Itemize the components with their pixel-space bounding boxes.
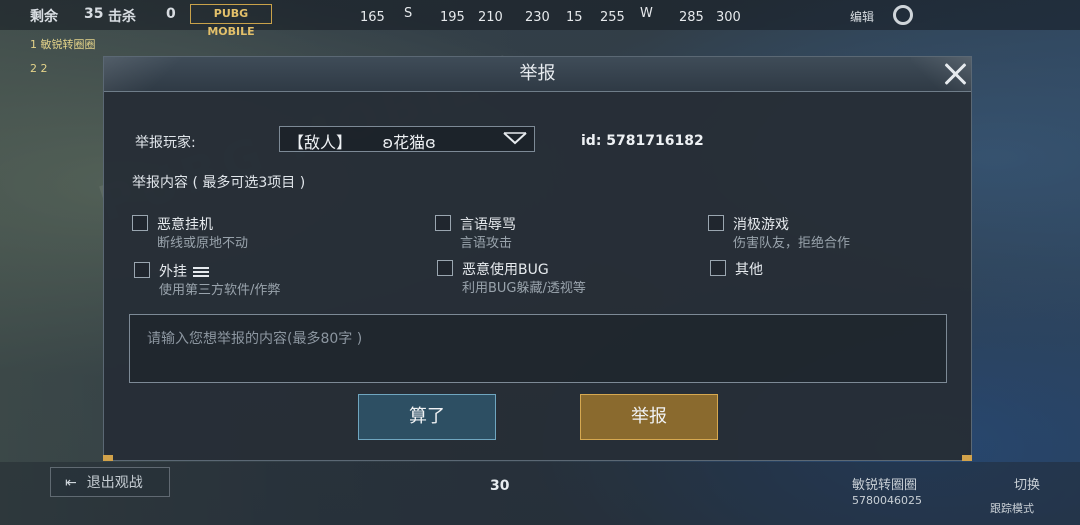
submit-report-button[interactable]: 举报: [580, 394, 718, 440]
input-placeholder: 请输入您想举报的内容(最多80字 ): [147, 331, 363, 347]
pubg-logo: PUBG MOBILE: [190, 4, 272, 38]
report-player-select[interactable]: 【敌人】 ʚ花猫ɞ: [279, 126, 535, 152]
report-content-label: 举报内容 ( 最多可选3项目 ): [132, 175, 306, 191]
compass-tick: 210: [478, 10, 503, 25]
option-desc: 言语攻击: [460, 236, 513, 251]
checkbox[interactable]: [708, 215, 724, 231]
dialog-title: 举报: [519, 63, 556, 84]
spectated-player-id: 5780046025: [852, 494, 922, 507]
remaining-label: 剩余: [30, 9, 58, 25]
kill-feed-item: 2 2: [30, 62, 48, 75]
compass-tick: 195: [440, 10, 465, 25]
chevron-down-icon: [503, 132, 527, 145]
kills-label: 击杀: [108, 9, 136, 25]
checkbox[interactable]: [710, 260, 726, 276]
checkbox[interactable]: [435, 215, 451, 231]
corner-decoration: [103, 455, 113, 461]
report-player-label: 举报玩家:: [135, 135, 196, 151]
switch-button[interactable]: 切换: [1014, 474, 1040, 493]
option-title: 外挂: [159, 264, 187, 280]
reported-player-id: id: 5781716182: [581, 133, 704, 149]
checkbox[interactable]: [132, 215, 148, 231]
exit-icon: ⇤: [65, 475, 77, 491]
spectated-player-name: 敏锐转圈圈: [852, 478, 918, 493]
remaining-count: 35: [84, 6, 104, 22]
report-dialog: 举报 举报玩家: 【敌人】 ʚ花猫ɞ id: 5781716182 举报内容 (…: [103, 56, 972, 461]
compass-tick: 300: [716, 10, 741, 25]
checkbox[interactable]: [134, 262, 150, 278]
exit-spectate-label: 退出观战: [86, 475, 143, 491]
option-desc: 断线或原地不动: [157, 236, 249, 251]
compass-tick: 165: [360, 10, 385, 25]
top-hud-bar: 剩余 35 击杀 0 PUBG MOBILE 165 S 195 210 230…: [0, 0, 1080, 38]
tracking-mode-label[interactable]: 跟踪模式: [990, 500, 1034, 516]
corner-decoration: [962, 455, 972, 461]
checkbox[interactable]: [437, 260, 453, 276]
ammo-count: 30: [490, 478, 510, 494]
dialog-header: 举报: [104, 57, 971, 92]
option-title: 消极游戏: [733, 217, 789, 233]
option-desc: 利用BUG躲藏/透视等: [462, 281, 586, 296]
compass-tick: S: [404, 6, 413, 21]
compass-tick: 285: [679, 10, 704, 25]
compass-tick: 15: [566, 10, 583, 25]
option-desc: 使用第三方软件/作弊: [159, 283, 281, 298]
report-player-value: 【敌人】 ʚ花猫ɞ: [288, 133, 436, 152]
kills-count: 0: [166, 6, 176, 22]
option-title: 其他: [735, 262, 763, 278]
option-title: 恶意挂机: [157, 217, 213, 233]
menu-lines-icon: [193, 267, 209, 277]
compass-heading: 230: [525, 10, 550, 25]
compass-tick: 255: [600, 10, 625, 25]
report-content-input[interactable]: 请输入您想举报的内容(最多80字 ): [129, 314, 947, 383]
option-desc: 伤害队友，拒绝合作: [733, 236, 851, 251]
close-icon[interactable]: [939, 58, 971, 90]
cancel-button[interactable]: 算了: [358, 394, 496, 440]
option-title: 恶意使用BUG: [462, 262, 549, 278]
edit-label[interactable]: 编辑: [850, 8, 874, 25]
kill-feed-item: 1 敏锐转圈圈: [30, 38, 96, 51]
compass-tick: W: [640, 6, 653, 21]
exit-spectate-button[interactable]: ⇤ 退出观战: [50, 467, 170, 497]
gear-icon[interactable]: [893, 5, 913, 25]
option-title: 言语辱骂: [460, 217, 516, 233]
option-title-wrap: 外挂: [159, 261, 209, 281]
